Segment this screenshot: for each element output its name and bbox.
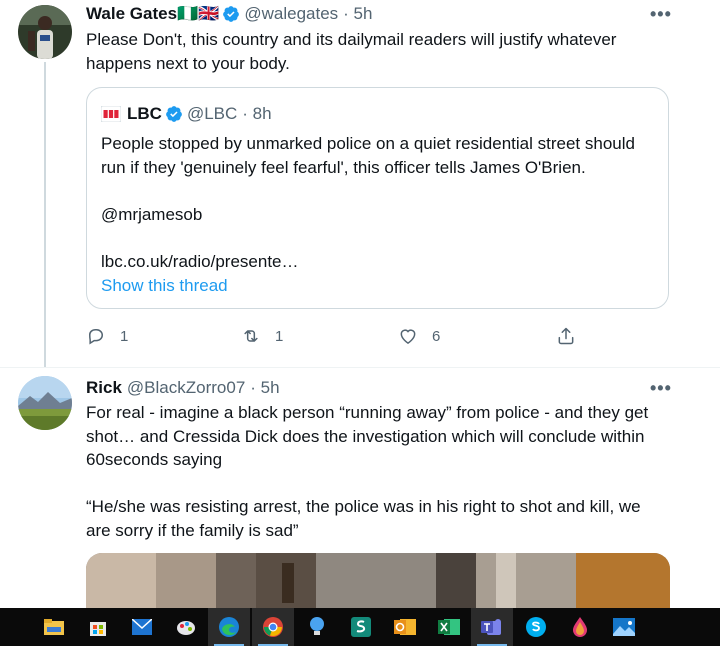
- quoted-handle: @LBC: [186, 104, 238, 123]
- reply-button[interactable]: 1: [86, 326, 128, 346]
- reply-icon: [88, 329, 104, 345]
- thread-connector: [44, 62, 46, 368]
- quoted-mention: @mrjamesob: [101, 204, 203, 224]
- tweet1-more-icon[interactable]: •••: [650, 4, 672, 25]
- excel-icon[interactable]: [437, 615, 461, 639]
- sway-icon[interactable]: [349, 615, 373, 639]
- tweet1-handle[interactable]: @walegates: [244, 4, 338, 24]
- tweet2-header: Rick @BlackZorro07 · 5h: [86, 378, 280, 398]
- lbc-logo-icon: [101, 106, 121, 122]
- tweet2-more-icon[interactable]: •••: [650, 378, 672, 399]
- chrome-icon[interactable]: [261, 615, 285, 639]
- quoted-tweet-card[interactable]: LBC @LBC · 8h People stopped by unmarked…: [86, 87, 669, 309]
- paint-icon[interactable]: [174, 615, 198, 639]
- share-icon: [558, 327, 574, 345]
- avatar-rick[interactable]: [18, 376, 72, 430]
- like-count: 6: [432, 327, 441, 345]
- tweet-divider: [0, 367, 720, 368]
- quoted-author-name: LBC: [127, 104, 162, 123]
- quoted-link: lbc.co.uk/radio/presente…: [101, 251, 299, 271]
- reply-count: 1: [120, 327, 129, 345]
- tweet1-time[interactable]: · 5h: [343, 4, 372, 24]
- quoted-time: · 8h: [242, 104, 272, 123]
- tweet1-action-bar: 1 1 6: [86, 326, 676, 348]
- outlook-icon[interactable]: [393, 615, 417, 639]
- tips-icon[interactable]: [305, 615, 329, 639]
- file-explorer-icon[interactable]: [42, 615, 66, 639]
- avatar-wale-gates[interactable]: [18, 5, 72, 59]
- quoted-tweet-header: LBC @LBC · 8h: [101, 104, 272, 124]
- tweet2-text: For real - imagine a black person “runni…: [86, 403, 649, 540]
- store-icon[interactable]: [86, 615, 110, 639]
- retweet-button[interactable]: 1: [241, 326, 283, 346]
- mail-icon[interactable]: [130, 615, 154, 639]
- retweet-icon: [244, 330, 258, 342]
- verified-badge-icon: [166, 106, 182, 122]
- tweet1-text: Please Don't, this country and its daily…: [86, 30, 617, 73]
- teams-icon[interactable]: [480, 615, 504, 639]
- timeline: Wale Gates🇳🇬🇬🇧 @walegates · 5h ••• Pleas…: [0, 0, 720, 608]
- tweet1-header: Wale Gates🇳🇬🇬🇧 @walegates · 5h: [86, 4, 372, 24]
- retweet-count: 1: [275, 327, 284, 345]
- skype-icon[interactable]: [524, 615, 548, 639]
- share-button[interactable]: [556, 326, 590, 346]
- edge-icon[interactable]: [217, 615, 241, 639]
- verified-badge-icon: [223, 6, 240, 22]
- paint3d-icon[interactable]: [568, 615, 592, 639]
- tweet2-time[interactable]: · 5h: [250, 378, 279, 398]
- heart-icon: [400, 329, 416, 344]
- like-button[interactable]: 6: [398, 326, 440, 346]
- show-this-thread-link[interactable]: Show this thread: [101, 276, 228, 296]
- tweet2-media-image[interactable]: [86, 553, 670, 608]
- windows-taskbar: [0, 608, 720, 646]
- quoted-tweet-text: People stopped by unmarked police on a q…: [101, 132, 661, 273]
- tweet1-author-name[interactable]: Wale Gates🇳🇬🇬🇧: [86, 4, 219, 24]
- tweet2-author-name[interactable]: Rick: [86, 378, 122, 398]
- tweet2-handle[interactable]: @BlackZorro07: [127, 378, 245, 398]
- photos-icon[interactable]: [612, 615, 636, 639]
